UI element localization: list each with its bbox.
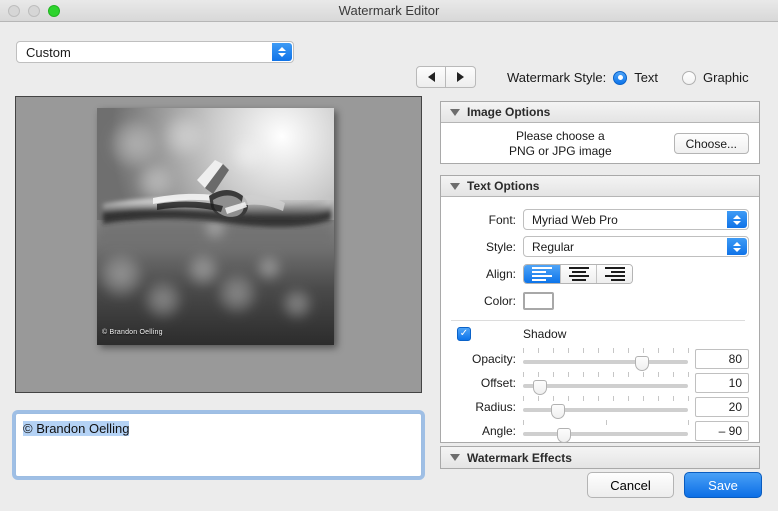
chevron-updown-icon[interactable] [727,238,747,255]
slider-thumb[interactable] [557,428,572,443]
disclosure-triangle-icon[interactable] [450,182,460,190]
align-row: Align: [447,260,749,287]
chevron-down-icon [733,220,741,225]
cancel-button[interactable]: Cancel [587,472,674,498]
angle-slider-row: Angle: – 90 [447,419,749,443]
check-icon: ✓ [459,328,469,339]
align-right-icon [604,266,625,281]
slider-track [523,408,688,412]
text-options-title: Text Options [467,179,540,193]
chevron-down-icon [733,247,741,252]
chevron-up-icon [733,241,741,246]
right-panel: Image Options Please choose a PNG or JPG… [438,22,778,511]
angle-slider[interactable] [523,420,689,443]
radius-value[interactable]: 20 [695,397,749,417]
slider-track [523,432,688,436]
disclosure-triangle-icon[interactable] [450,108,460,116]
offset-slider[interactable] [523,372,689,395]
text-options-body: Font: Myriad Web Pro Style: Regular Alig… [441,197,759,443]
style-row: Style: Regular [447,233,749,260]
image-options-section: Image Options Please choose a PNG or JPG… [440,101,760,164]
window-body: Custom © Brandon Oelling © Brandon Oelli… [0,22,778,511]
watermark-text-input[interactable]: © Brandon Oelling [15,413,422,477]
angle-value[interactable]: – 90 [695,421,749,441]
shadow-row: ✓ Shadow [447,321,749,347]
image-options-message-line2: PNG or JPG image [508,143,612,158]
shadow-label: Shadow [523,327,567,341]
radius-slider-row: Radius: 20 [447,395,749,419]
opacity-label: Opacity: [471,352,516,366]
image-options-message-line1: Please choose a [515,128,605,143]
style-select-value: Regular [532,239,575,254]
chevron-updown-icon[interactable] [272,43,292,61]
align-segmented-control [523,263,633,284]
text-options-section: Text Options Font: Myriad Web Pro Style:… [440,175,760,443]
slider-ticks [523,372,689,378]
preset-select-value: Custom [26,44,71,60]
title-bar: Watermark Editor [0,0,778,22]
align-left-button[interactable] [524,264,560,283]
triangle-left-icon [427,72,435,82]
slider-ticks [523,396,689,402]
image-preview-area: © Brandon Oelling [15,96,422,393]
style-label: Style: [485,239,516,254]
save-button[interactable]: Save [684,472,762,498]
watermark-text-value: © Brandon Oelling [23,421,130,436]
chevron-up-icon [278,47,286,51]
radius-label: Radius: [475,400,516,414]
offset-value[interactable]: 10 [695,373,749,393]
disclosure-triangle-icon[interactable] [450,454,460,461]
slider-thumb[interactable] [532,380,547,395]
preview-watermark-text: © Brandon Oelling [102,329,163,336]
opacity-value[interactable]: 80 [695,349,749,369]
color-row: Color: [447,287,749,314]
font-select[interactable]: Myriad Web Pro [523,209,749,230]
align-center-button[interactable] [560,264,596,283]
offset-label: Offset: [480,376,516,390]
image-options-header[interactable]: Image Options [441,102,759,123]
slider-ticks [523,420,689,426]
watermark-editor-window: Watermark Editor Custom © Brandon Oellin… [0,0,778,511]
slider-ticks [523,348,689,354]
opacity-slider[interactable] [523,348,689,371]
radius-slider[interactable] [523,396,689,419]
angle-label: Angle: [481,424,516,438]
watermark-effects-section: Watermark Effects [440,446,760,469]
style-select[interactable]: Regular [523,236,749,257]
align-label: Align: [485,266,516,281]
align-left-icon [532,266,552,281]
shadow-checkbox[interactable]: ✓ [457,327,471,341]
text-options-header[interactable]: Text Options [441,176,759,197]
chevron-up-icon [733,214,741,219]
chevron-down-icon [278,53,286,57]
chevron-updown-icon[interactable] [727,211,747,228]
slider-track [523,384,688,388]
barbed-wire-photo-graphic [97,108,334,345]
font-row: Font: Myriad Web Pro [447,206,749,233]
font-select-value: Myriad Web Pro [532,212,618,227]
image-options-body: Please choose a PNG or JPG image Choose.… [441,123,759,164]
offset-slider-row: Offset: 10 [447,371,749,395]
opacity-slider-row: Opacity: 80 [447,347,749,371]
align-center-icon [568,266,589,281]
font-label: Font: [488,212,516,227]
watermark-effects-header[interactable]: Watermark Effects [441,447,759,468]
choose-image-button[interactable]: Choose... [673,133,749,154]
preview-photo[interactable]: © Brandon Oelling [97,108,334,345]
footer-buttons: Cancel Save [587,472,762,498]
slider-track [523,360,688,364]
image-options-title: Image Options [467,105,551,119]
color-label: Color: [483,293,516,308]
window-title: Watermark Editor [338,3,440,18]
preset-select[interactable]: Custom [16,41,294,63]
image-options-message: Please choose a PNG or JPG image [447,129,674,159]
watermark-effects-title: Watermark Effects [467,450,572,465]
left-column: Custom © Brandon Oelling © Brandon Oelli… [0,22,436,511]
align-right-button[interactable] [596,264,632,283]
slider-thumb[interactable] [550,404,565,419]
slider-thumb[interactable] [634,356,649,371]
color-swatch-button[interactable] [523,291,554,310]
